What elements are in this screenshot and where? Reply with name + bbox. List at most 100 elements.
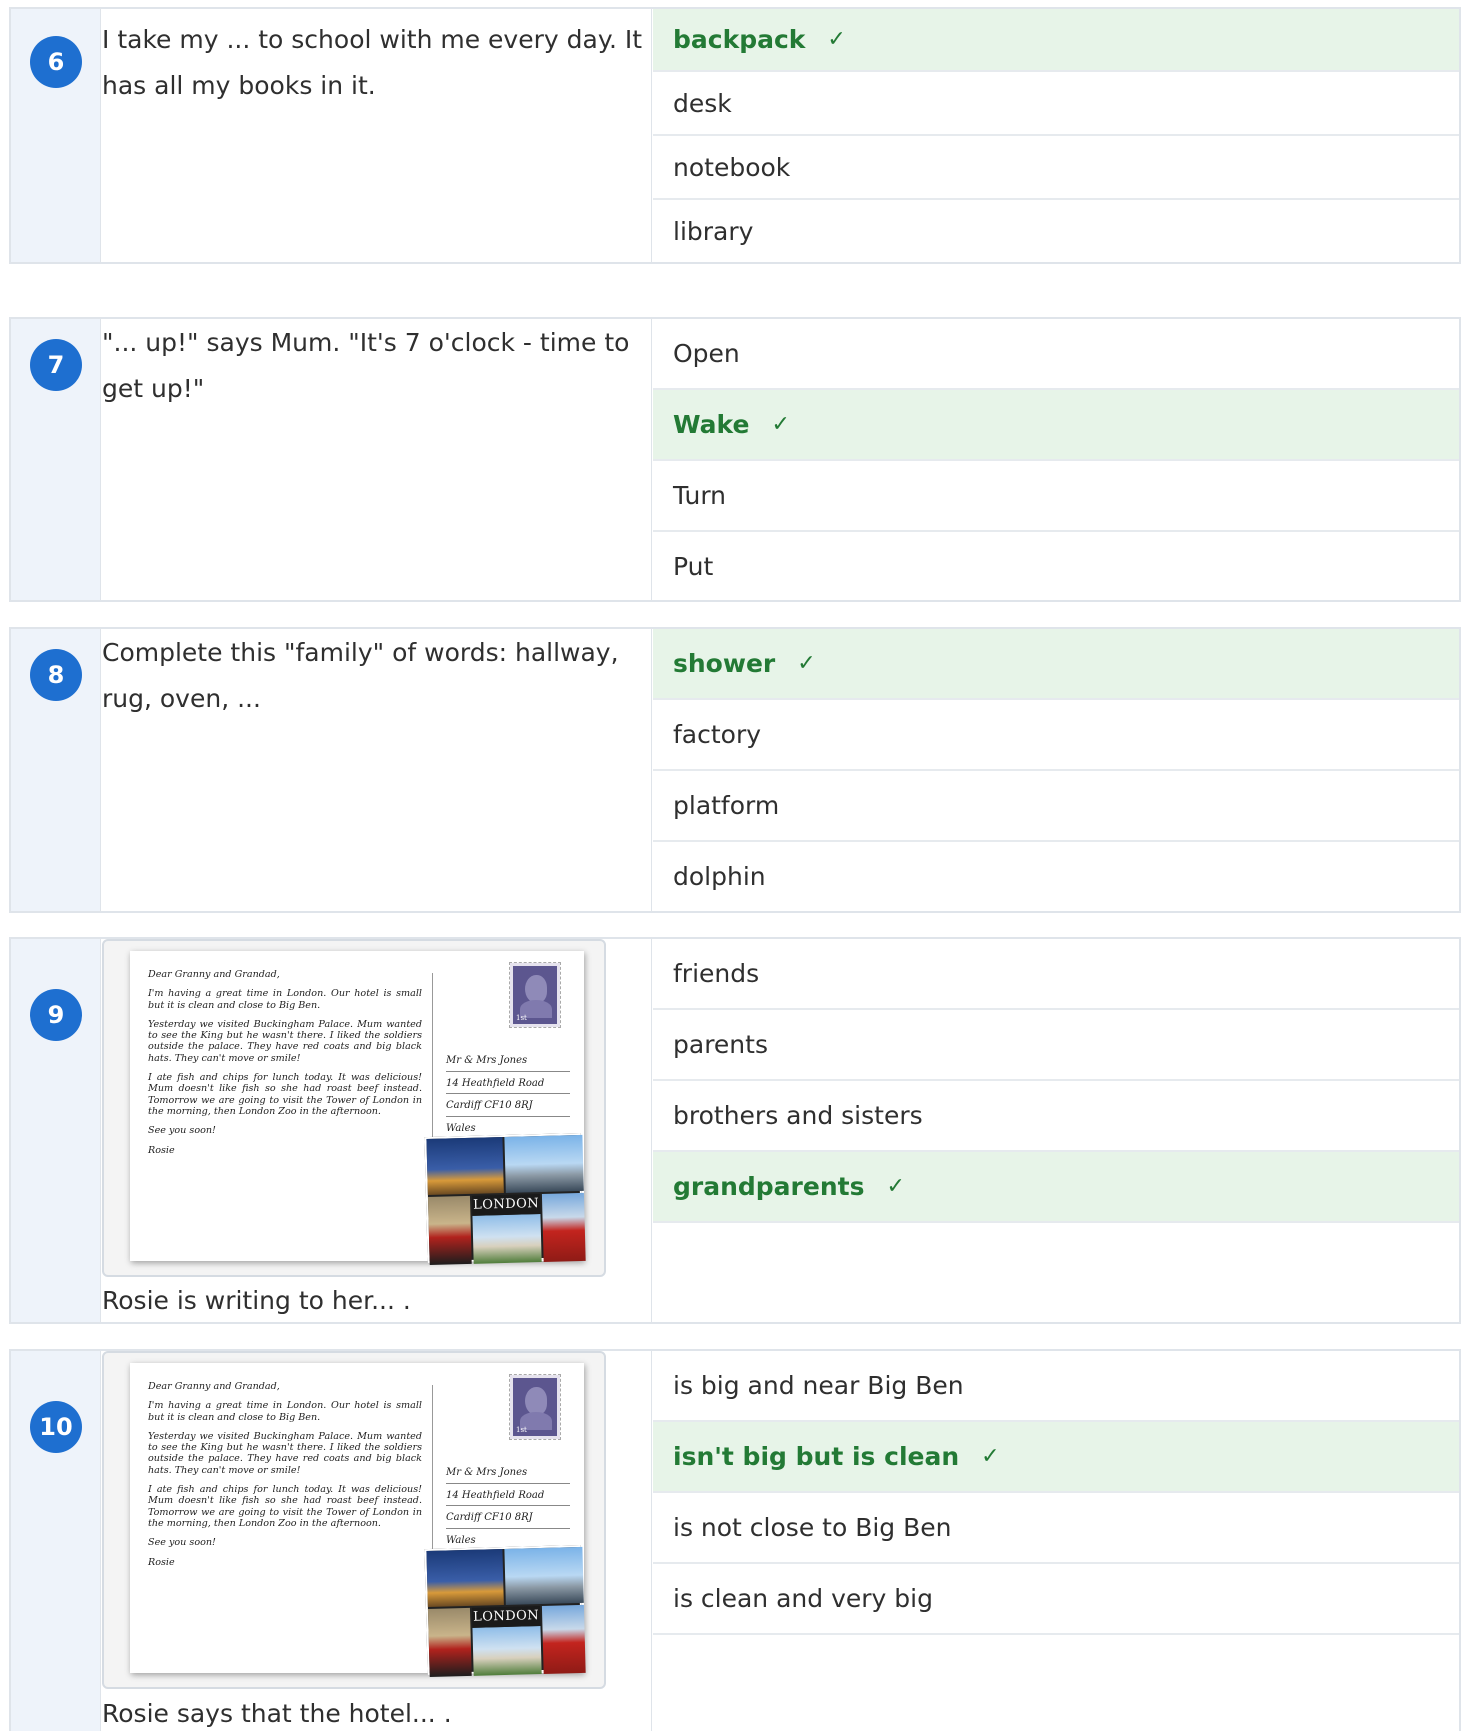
- photo-buckingham-palace: [472, 1214, 542, 1264]
- answer-option[interactable]: Put: [653, 532, 1459, 600]
- question-9: 9 Dear Granny and Grandad, I'm having a …: [9, 937, 1461, 1324]
- answer-option-correct[interactable]: Wake ✓: [653, 390, 1459, 461]
- question-text-column: Dear Granny and Grandad, I'm having a gr…: [102, 939, 652, 1322]
- photo-tower-bridge: [504, 1546, 584, 1605]
- postcard-address: Mr & Mrs Jones 14 Heathfield Road Cardif…: [446, 1461, 570, 1551]
- postcard-greeting: Dear Granny and Grandad,: [148, 1381, 280, 1392]
- answer-option[interactable]: parents: [653, 1010, 1459, 1081]
- answer-list: shower ✓ factory platform dolphin: [653, 629, 1459, 911]
- question-text-column: Dear Granny and Grandad, I'm having a gr…: [102, 1351, 652, 1731]
- answer-label: brothers and sisters: [673, 1101, 923, 1130]
- address-line: Mr & Mrs Jones: [446, 1049, 570, 1072]
- postcard-greeting: Dear Granny and Grandad,: [148, 969, 280, 980]
- postcard-letter: Dear Granny and Grandad, I'm having a gr…: [148, 969, 422, 1164]
- checkmark-icon: ✓: [797, 651, 816, 676]
- stamp-value: 1st: [516, 1014, 527, 1022]
- checkmark-icon: ✓: [827, 27, 846, 52]
- checkmark-icon: ✓: [886, 1174, 905, 1199]
- question-number-badge: 6: [30, 36, 82, 88]
- question-8: 8 Complete this "family" of words: hallw…: [9, 627, 1461, 913]
- answer-option-correct[interactable]: grandparents ✓: [653, 1152, 1459, 1223]
- question-text: Rosie says that the hotel... .: [102, 1699, 452, 1728]
- postcard-paragraph: See you soon!: [148, 1125, 216, 1137]
- answer-option[interactable]: Turn: [653, 461, 1459, 532]
- question-10: 10 Dear Granny and Grandad, I'm having a…: [9, 1349, 1461, 1731]
- answer-label: library: [673, 216, 754, 246]
- postcard-letter: Dear Granny and Grandad, I'm having a gr…: [148, 1381, 422, 1576]
- answer-label: is big and near Big Ben: [673, 1371, 964, 1400]
- postcard-signature: Rosie: [148, 1144, 175, 1156]
- answer-label: shower: [673, 649, 776, 678]
- question-text-column: "... up!" says Mum. "It's 7 o'clock - ti…: [102, 319, 652, 600]
- answer-option[interactable]: Open: [653, 319, 1459, 390]
- address-line: 14 Heathfield Road: [446, 1484, 570, 1506]
- answer-list: friends parents brothers and sisters gra…: [653, 939, 1459, 1223]
- postcard-paragraph: I'm having a great time in London. Our h…: [148, 988, 422, 1011]
- answer-option[interactable]: platform: [653, 771, 1459, 842]
- stamp-portrait: [525, 1387, 547, 1415]
- photo-royal-guard: [427, 1195, 472, 1265]
- answer-option-correct[interactable]: shower ✓: [653, 629, 1459, 700]
- answer-option[interactable]: is clean and very big: [653, 1564, 1459, 1635]
- collage-label: LONDON: [471, 1194, 541, 1216]
- answer-option[interactable]: dolphin: [653, 842, 1459, 911]
- london-photo-collage: LONDON: [424, 1544, 586, 1677]
- answer-label: factory: [673, 720, 762, 749]
- answer-label: is not close to Big Ben: [673, 1513, 952, 1542]
- postcard-paragraph: Yesterday we visited Buckingham Palace. …: [148, 1018, 422, 1064]
- answer-option[interactable]: library: [653, 200, 1459, 262]
- photo-royal-guard: [427, 1607, 472, 1677]
- answer-label: platform: [673, 791, 780, 820]
- answer-option[interactable]: desk: [653, 72, 1459, 136]
- answer-label: parents: [673, 1030, 768, 1059]
- postcard-signature: Rosie: [148, 1556, 175, 1568]
- photo-tower-bridge: [504, 1134, 584, 1193]
- address-line: Cardiff CF10 8RJ: [446, 1094, 570, 1117]
- photo-big-ben: [426, 1137, 504, 1195]
- answer-label: Wake: [673, 410, 750, 439]
- question-number-badge: 10: [30, 1401, 82, 1453]
- question-number-column: 8: [11, 629, 101, 911]
- question-number-column: 9: [11, 939, 101, 1322]
- answer-option-correct[interactable]: isn't big but is clean ✓: [653, 1422, 1459, 1493]
- question-number-badge: 9: [30, 989, 82, 1041]
- question-text: I take my ... to school with me every da…: [102, 25, 643, 100]
- address-line: Mr & Mrs Jones: [446, 1461, 570, 1484]
- stamp-value: 1st: [516, 1426, 527, 1434]
- answer-label: grandparents: [673, 1172, 865, 1201]
- answer-option[interactable]: friends: [653, 939, 1459, 1010]
- postcard: Dear Granny and Grandad, I'm having a gr…: [130, 1363, 586, 1677]
- answer-list: is big and near Big Ben isn't big but is…: [653, 1351, 1459, 1635]
- question-number-column: 6: [11, 9, 101, 262]
- answer-label: isn't big but is clean: [673, 1442, 960, 1471]
- question-number-badge: 7: [30, 339, 82, 391]
- collage-label: LONDON: [471, 1606, 541, 1628]
- question-number-badge: 8: [30, 649, 82, 701]
- question-text: "... up!" says Mum. "It's 7 o'clock - ti…: [102, 328, 630, 403]
- answer-label: desk: [673, 88, 732, 118]
- address-line: Cardiff CF10 8RJ: [446, 1506, 570, 1529]
- photo-buckingham-palace: [472, 1626, 542, 1676]
- answer-label: Open: [673, 339, 740, 368]
- photo-phone-box: [541, 1192, 586, 1262]
- answer-option[interactable]: is big and near Big Ben: [653, 1351, 1459, 1422]
- photo-phone-box: [541, 1604, 586, 1674]
- stamp-portrait: [525, 975, 547, 1003]
- photo-big-ben: [426, 1549, 504, 1607]
- answer-label: friends: [673, 959, 760, 988]
- answer-option[interactable]: factory: [653, 700, 1459, 771]
- answer-option[interactable]: brothers and sisters: [653, 1081, 1459, 1152]
- answer-option[interactable]: is not close to Big Ben: [653, 1493, 1459, 1564]
- question-text-column: I take my ... to school with me every da…: [102, 9, 652, 262]
- answer-option[interactable]: notebook: [653, 136, 1459, 200]
- postcard: Dear Granny and Grandad, I'm having a gr…: [130, 951, 586, 1265]
- postcard-paragraph: I ate fish and chips for lunch today. It…: [148, 1072, 422, 1117]
- answer-list: Open Wake ✓ Turn Put: [653, 319, 1459, 600]
- postcard-image: Dear Granny and Grandad, I'm having a gr…: [102, 1351, 606, 1689]
- answer-label: backpack: [673, 25, 806, 54]
- london-photo-collage: LONDON: [424, 1132, 586, 1265]
- checkmark-icon: ✓: [771, 412, 790, 437]
- answer-label: dolphin: [673, 862, 766, 891]
- answer-option-correct[interactable]: backpack ✓: [653, 9, 1459, 72]
- question-number-column: 10: [11, 1351, 101, 1731]
